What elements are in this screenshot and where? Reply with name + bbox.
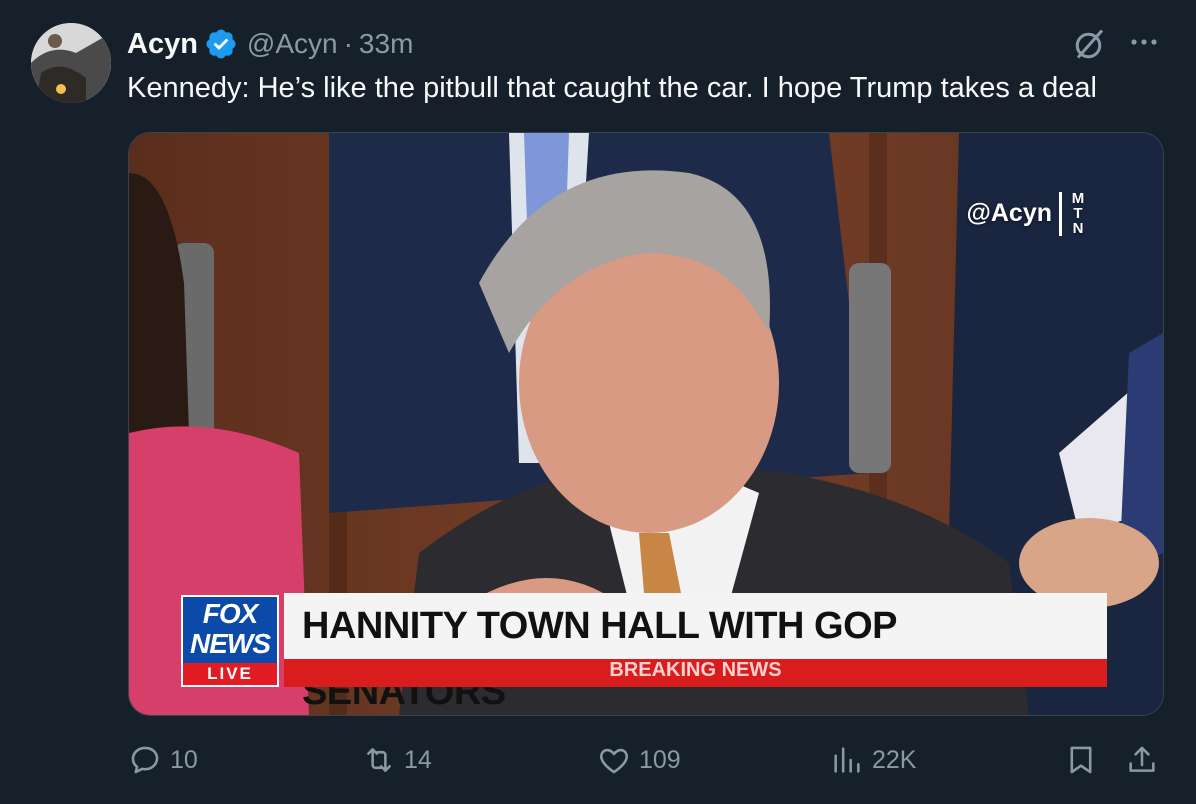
video-watermark: @Acyn M T N bbox=[966, 191, 1087, 236]
timestamp[interactable]: 33m bbox=[359, 28, 413, 60]
reply-icon bbox=[131, 746, 159, 774]
views-button[interactable]: 22K bbox=[830, 734, 916, 786]
repost-icon bbox=[367, 748, 391, 772]
tweet-video[interactable]: @Acyn M T N FOX NEWS LIVE HANNITY TOWN H… bbox=[128, 132, 1164, 716]
watermark-logo-letter: N bbox=[1072, 220, 1084, 237]
tweet-header: Acyn @Acyn · 33m bbox=[127, 26, 413, 62]
avatar[interactable] bbox=[31, 23, 111, 103]
network-live-label: LIVE bbox=[183, 663, 277, 685]
share-icon bbox=[1129, 746, 1155, 772]
share-button[interactable] bbox=[1125, 734, 1159, 786]
views-count: 22K bbox=[872, 745, 917, 774]
watermark-divider bbox=[1059, 191, 1062, 236]
reply-button[interactable]: 10 bbox=[128, 734, 198, 786]
network-logo: FOX NEWS LIVE bbox=[181, 595, 279, 687]
avatar-image bbox=[31, 23, 111, 103]
like-icon bbox=[600, 748, 628, 774]
network-logo-bottom: NEWS bbox=[190, 628, 271, 659]
grok-icon[interactable] bbox=[1072, 26, 1108, 62]
repost-count: 14 bbox=[404, 745, 432, 774]
author-handle[interactable]: @Acyn bbox=[247, 28, 338, 60]
watermark-logo-letter: M bbox=[1071, 190, 1085, 207]
verified-badge-icon bbox=[206, 29, 236, 59]
watermark-logo: M T N bbox=[1069, 191, 1087, 236]
bookmark-icon bbox=[1070, 746, 1092, 774]
tweet-actions: 10 14 109 22K bbox=[0, 734, 1196, 786]
views-icon bbox=[834, 747, 860, 773]
watermark-logo-letter: T bbox=[1073, 205, 1083, 222]
network-logo-top: FOX bbox=[202, 598, 259, 629]
bookmark-button[interactable] bbox=[1064, 734, 1098, 786]
tweet-text: Kennedy: He’s like the pitbull that caug… bbox=[127, 72, 1097, 104]
more-icon[interactable] bbox=[1124, 24, 1164, 60]
like-count: 109 bbox=[639, 745, 681, 774]
author-name[interactable]: Acyn bbox=[127, 28, 198, 61]
watermark-handle: @Acyn bbox=[966, 199, 1052, 227]
reply-count: 10 bbox=[170, 745, 198, 774]
separator-dot: · bbox=[343, 28, 353, 59]
lower-third-headline: HANNITY TOWN HALL WITH GOP SENATORS bbox=[284, 593, 1107, 713]
repost-button[interactable]: 14 bbox=[362, 734, 432, 786]
breaking-strip: BREAKING NEWS bbox=[284, 659, 1107, 687]
like-button[interactable]: 109 bbox=[597, 734, 681, 786]
